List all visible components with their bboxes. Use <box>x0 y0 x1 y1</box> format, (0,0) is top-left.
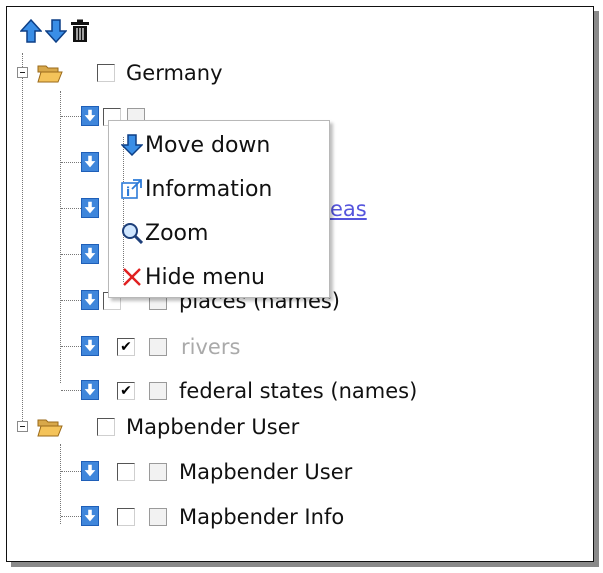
trash-icon[interactable] <box>69 19 91 43</box>
move-down-icon[interactable] <box>81 198 99 218</box>
layer-label[interactable]: eas <box>330 195 367 223</box>
move-down-icon[interactable] <box>81 152 99 172</box>
tree-branch <box>61 208 81 209</box>
layer-query-checkbox[interactable] <box>149 463 167 481</box>
menu-item-move-down[interactable]: Move down <box>121 129 270 161</box>
layer-visible-checkbox[interactable]: ✔ <box>117 338 135 356</box>
move-down-icon[interactable] <box>81 461 99 481</box>
menu-item-label: Zoom <box>145 220 209 246</box>
layer-visible-checkbox[interactable]: ✔ <box>117 382 135 400</box>
layer-visible-checkbox[interactable] <box>117 463 135 481</box>
tree-branch <box>61 346 81 347</box>
group-label: Mapbender User <box>126 415 300 439</box>
tree-branch <box>61 254 81 255</box>
group-checkbox[interactable] <box>97 64 115 82</box>
folder-open-icon <box>37 65 63 83</box>
group-checkbox[interactable] <box>97 418 115 436</box>
menu-item-label: Move down <box>145 132 271 158</box>
layer-label: Mapbender User <box>179 460 353 484</box>
tree-branch <box>61 516 81 517</box>
info-icon: i <box>121 179 142 199</box>
layer-query-checkbox[interactable] <box>149 338 167 356</box>
move-down-icon[interactable] <box>81 336 99 356</box>
menu-item-zoom[interactable]: Zoom <box>121 217 208 249</box>
group-label: Germany <box>126 61 223 85</box>
tree-line <box>60 91 61 383</box>
layer-label: rivers <box>181 335 241 359</box>
folder-open-icon <box>37 419 63 437</box>
tree-branch <box>61 116 81 117</box>
tree-line <box>60 444 61 524</box>
layer-label: Mapbender Info <box>179 505 345 529</box>
move-down-icon[interactable] <box>81 506 99 526</box>
tree-branch <box>61 162 81 163</box>
context-menu: Move down i Information Zoom Hide menu <box>108 120 330 298</box>
collapse-toggle[interactable] <box>17 67 28 78</box>
layer-label: federal states (names) <box>179 379 418 403</box>
close-icon <box>123 268 141 286</box>
arrow-down-icon <box>121 134 143 156</box>
arrow-down-icon[interactable] <box>45 19 67 43</box>
tree-branch <box>61 471 81 472</box>
layer-query-checkbox[interactable] <box>149 382 167 400</box>
tree-branch <box>61 390 81 391</box>
layer-tree-panel: Germany eas places (names) ✔ rivers ✔ fe… <box>6 6 594 562</box>
tree-branch <box>61 300 81 301</box>
move-down-icon[interactable] <box>81 380 99 400</box>
menu-item-information[interactable]: i Information <box>121 173 272 205</box>
move-down-icon[interactable] <box>81 290 99 310</box>
magnifier-icon <box>122 223 143 244</box>
layer-visible-checkbox[interactable] <box>117 508 135 526</box>
menu-item-hide-menu[interactable]: Hide menu <box>121 261 265 293</box>
move-down-icon[interactable] <box>81 244 99 264</box>
arrow-up-icon[interactable] <box>20 19 42 43</box>
layer-query-checkbox[interactable] <box>149 508 167 526</box>
collapse-toggle[interactable] <box>17 421 28 432</box>
move-down-icon[interactable] <box>81 106 99 126</box>
svg-text:i: i <box>126 185 130 199</box>
menu-item-label: Hide menu <box>145 264 266 290</box>
tree-line <box>22 53 23 427</box>
menu-item-label: Information <box>145 176 273 202</box>
